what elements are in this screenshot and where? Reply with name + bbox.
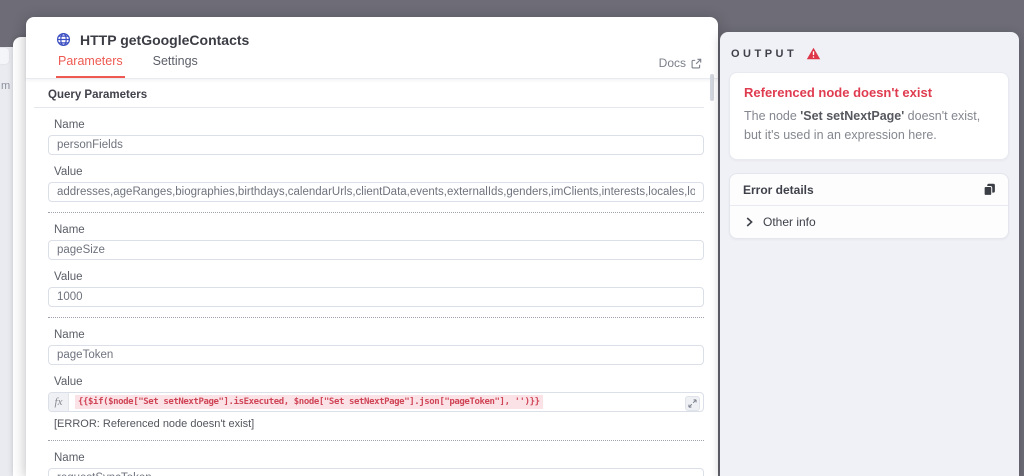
warning-triangle-icon (806, 47, 821, 60)
modal-header: HTTP getGoogleContacts Parameters Settin… (26, 17, 718, 79)
param-name-input[interactable] (48, 135, 704, 155)
param-separator (48, 317, 704, 318)
param-separator (48, 212, 704, 213)
value-label: Value (54, 376, 83, 388)
expression-input[interactable]: fx {{$if($node["Set setNextPage"].isExec… (48, 392, 704, 412)
other-info-toggle[interactable]: Other info (730, 206, 1008, 238)
expression-error-note: [ERROR: Referenced node doesn't exist] (54, 418, 255, 430)
param-name-input[interactable] (48, 468, 704, 476)
param-value-input[interactable] (48, 287, 704, 307)
error-message-card: Referenced node doesn't exist The node '… (729, 72, 1009, 160)
param-group: Name Value (48, 119, 704, 213)
canvas-edge-label: m (1, 80, 11, 92)
section-title: Query Parameters (34, 89, 704, 108)
param-group: Name Value (48, 452, 704, 476)
error-title: Referenced node doesn't exist (744, 85, 933, 100)
external-link-icon (691, 58, 702, 69)
expand-expression-button[interactable] (685, 395, 700, 411)
error-node-name: 'Set setNextPage' (800, 109, 905, 123)
error-description: The node 'Set setNextPage' doesn't exist… (744, 107, 994, 146)
param-value-input[interactable] (48, 182, 704, 202)
canvas-edge: m (0, 47, 13, 476)
node-title: HTTP getGoogleContacts (80, 31, 250, 48)
tab-parameters[interactable]: Parameters (56, 54, 125, 78)
docs-link-label: Docs (658, 56, 686, 70)
param-name-input[interactable] (48, 240, 704, 260)
globe-icon (56, 32, 71, 47)
tab-bar: Parameters Settings Docs (56, 54, 702, 78)
input-panel-edge (13, 37, 27, 476)
expression-value: {{$if($node["Set setNextPage"].isExecute… (75, 395, 543, 409)
name-label: Name (54, 224, 85, 236)
param-group: Name Value (48, 224, 704, 318)
name-label: Name (54, 452, 85, 464)
docs-link[interactable]: Docs (659, 56, 702, 78)
output-panel: OUTPUT Referenced node doesn't exist The… (720, 32, 1019, 476)
canvas-collapsed-pill (0, 48, 9, 64)
output-panel-title: OUTPUT (731, 47, 798, 60)
value-label: Value (54, 166, 83, 178)
error-details-card: Error details Other info (729, 172, 1009, 239)
other-info-label: Other info (763, 214, 816, 229)
tab-settings[interactable]: Settings (151, 54, 200, 78)
error-description-text: The node (744, 109, 801, 123)
node-settings-modal: HTTP getGoogleContacts Parameters Settin… (26, 17, 718, 476)
copy-icon[interactable] (983, 183, 996, 197)
name-label: Name (54, 119, 85, 131)
param-name-input[interactable] (48, 345, 704, 365)
modal-scrollbar[interactable] (710, 74, 714, 101)
param-group: Name Value fx {{$if($node["Set setNextPa… (48, 329, 704, 441)
parameters-panel: Query Parameters Name Value Name Value N… (26, 89, 718, 476)
fx-badge: fx (49, 393, 69, 411)
value-label: Value (54, 271, 83, 283)
param-separator (48, 440, 704, 441)
name-label: Name (54, 329, 85, 341)
chevron-right-icon (746, 217, 753, 227)
error-details-title: Error details (743, 182, 814, 197)
